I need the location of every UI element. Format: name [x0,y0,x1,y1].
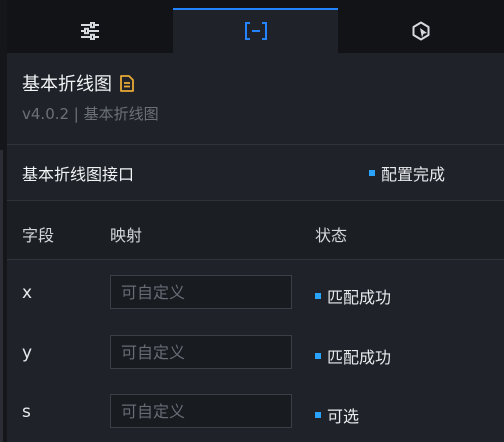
column-header-status: 状态 [315,226,348,245]
interface-status-text: 配置完成 [381,164,446,184]
sliders-icon [80,21,100,40]
tab-data-interface[interactable] [172,8,339,53]
status-dot-icon [315,353,321,359]
mapping-table-header: 字段 映射 状态 [7,201,504,259]
document-icon[interactable] [120,74,134,92]
table-row: y 匹配成功 [7,322,504,382]
shape-pointer-icon [411,21,431,41]
tabbar-top-gap [7,0,504,8]
left-edge-scrollbar[interactable] [0,150,3,442]
column-header-mapping: 映射 [110,226,143,245]
interface-title: 基本折线图接口 [22,164,135,184]
status-dot-icon [315,412,321,418]
match-status: 可选 [315,403,359,427]
status-dot-icon [315,293,321,299]
table-row: s 可选 [7,381,504,441]
config-panel-root: 基本折线图 v4.0.2 | 基本折线图 基本折线图接口 配置完成 字段 映射 … [0,0,504,442]
status-dot-icon [369,169,375,176]
column-header-field: 字段 [22,226,55,245]
component-title-row: 基本折线图 [22,70,159,96]
tab-style-settings[interactable] [7,8,173,53]
match-status: 匹配成功 [315,344,391,368]
mapping-input[interactable] [110,394,292,428]
mapping-input[interactable] [110,275,292,309]
field-name: x [22,283,33,303]
component-version: v4.0.2 | 基本折线图 [22,105,159,123]
bracket-minus-icon [244,21,267,40]
component-title: 基本折线图 [22,74,112,95]
tab-bar [7,8,504,53]
table-row: x 匹配成功 [7,262,504,322]
field-name: s [22,402,31,422]
field-name: y [22,343,33,363]
mapping-input[interactable] [110,335,292,369]
component-config-panel: 基本折线图 v4.0.2 | 基本折线图 基本折线图接口 配置完成 字段 映射 … [7,0,504,442]
match-status-text: 匹配成功 [327,348,392,367]
match-status: 匹配成功 [315,284,391,308]
match-status-text: 匹配成功 [327,288,392,307]
component-header: 基本折线图 v4.0.2 | 基本折线图 [22,70,159,124]
tab-interaction[interactable] [338,8,504,53]
interface-section-header[interactable]: 基本折线图接口 配置完成 [7,145,504,200]
interface-status-badge: 配置完成 [369,161,445,185]
match-status-text: 可选 [327,407,360,426]
divider [7,259,504,260]
